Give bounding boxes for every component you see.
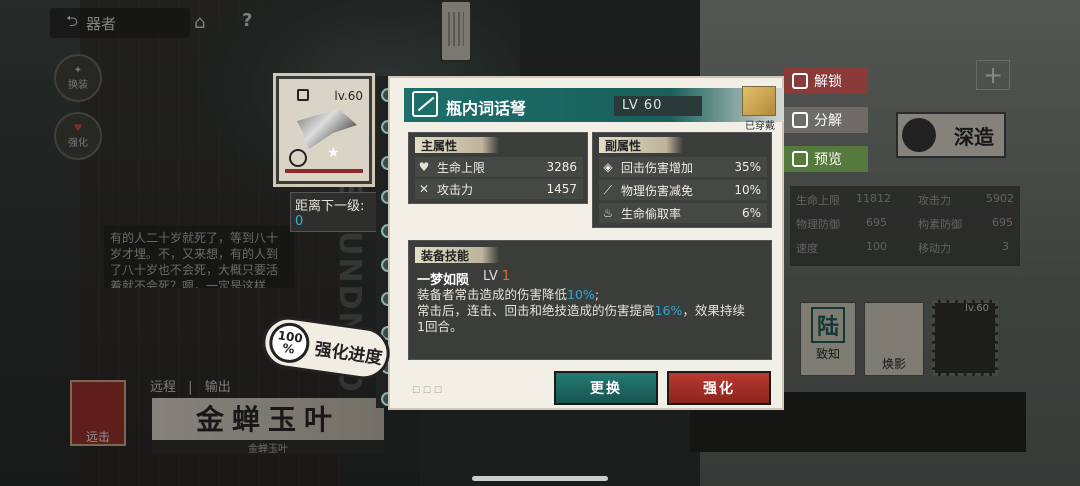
main-attributes: 主属性 ♥ 生命上限 3286 ✕ 攻击力 1457 <box>408 132 588 204</box>
counter-icon: ◈ <box>603 160 613 174</box>
shield-slash-icon: ⟋ <box>603 182 613 197</box>
weapon-header: 瓶内词话弩 LV 60 <box>404 88 784 122</box>
attr-label: 生命上限 <box>437 160 486 175</box>
preview-icon <box>792 151 808 167</box>
crossbow-art <box>297 109 357 149</box>
attr-row: ⟋ 物理伤害减免 10% <box>599 180 767 200</box>
weapon-name: 瓶内词话弩 <box>446 99 527 118</box>
bow-type-icon <box>289 149 307 167</box>
unlock-label: 解锁 <box>814 74 842 90</box>
attr-label: 回击伤害增加 <box>621 160 694 175</box>
skill-description: 装备者常击造成的伤害降低10%; 常击后，连击、回击和绝技造成的伤害提高16%，… <box>417 287 769 335</box>
home-indicator[interactable] <box>472 476 608 481</box>
bow-icon <box>412 91 438 117</box>
attr-row: ♨ 生命偷取率 6% <box>599 203 767 223</box>
weapon-level: LV 60 <box>614 96 702 116</box>
star-icon: ★ <box>327 145 340 161</box>
unlock-tab[interactable]: 解锁 <box>784 68 868 94</box>
lock-icon <box>297 89 309 101</box>
skill-value: 16% <box>654 303 683 318</box>
attr-value: 35% <box>734 160 761 174</box>
skill-value: 10% <box>567 287 595 302</box>
skill-name: 一梦如陨 <box>417 273 470 288</box>
preview-label: 预览 <box>814 152 842 168</box>
preview-tab[interactable]: 预览 <box>784 146 868 172</box>
weapon-card-level: lv.60 <box>334 89 363 103</box>
equipper-avatar[interactable] <box>742 86 776 116</box>
crossed-swords-icon: ✕ <box>418 182 430 196</box>
skill-text: 1回合。 <box>417 319 463 334</box>
attr-row: ♥ 生命上限 3286 <box>415 157 583 177</box>
progress-label: 强化进度 <box>313 339 384 369</box>
attr-value: 3286 <box>546 160 577 174</box>
dismantle-label: 分解 <box>814 113 842 129</box>
weapon-card: lv.60 ★ <box>276 76 372 184</box>
enhance-button[interactable]: 强化 <box>667 371 771 405</box>
main-attributes-title: 主属性 <box>415 137 499 153</box>
dismantle-tab[interactable]: 分解 <box>784 107 868 133</box>
weapon-card-bar <box>285 169 363 173</box>
panel-stamps: ☐ ☐ ☐ <box>412 386 442 396</box>
attr-label: 物理伤害减免 <box>621 183 694 198</box>
next-level-box: 距离下一级: 0 <box>290 192 378 232</box>
sub-attributes: 副属性 ◈ 回击伤害增加 35% ⟋ 物理伤害减免 10% ♨ 生命偷取率 6% <box>592 132 772 228</box>
next-level-value: 0 <box>295 214 304 229</box>
attr-row: ◈ 回击伤害增加 35% <box>599 157 767 177</box>
skill-text: ，效果持续 <box>682 303 745 318</box>
attr-label: 攻击力 <box>437 182 474 197</box>
equipped-label: 已穿戴 <box>745 121 775 132</box>
skill-level-prefix: LV <box>483 269 498 284</box>
skill-text: 装备者常击造成的伤害降低 <box>417 287 568 302</box>
progress-sign: % <box>281 341 296 357</box>
heart-icon: ♥ <box>418 160 430 174</box>
skill-level: LV 1 <box>483 269 510 284</box>
unlock-icon <box>792 73 808 89</box>
skill-title: 装备技能 <box>415 247 499 263</box>
equipment-skill: 装备技能 一梦如陨 LV 1 装备者常击造成的伤害降低10%; 常击后，连击、回… <box>408 240 772 360</box>
attr-row: ✕ 攻击力 1457 <box>415 179 583 199</box>
attr-value: 1457 <box>546 182 577 196</box>
progress-percent: 100 % <box>266 320 312 366</box>
attr-label: 生命偷取率 <box>621 206 682 221</box>
skill-level-value: 1 <box>501 269 511 284</box>
attr-value: 10% <box>734 183 761 197</box>
skill-text: ; <box>594 287 600 302</box>
lifesteal-icon: ♨ <box>602 206 614 220</box>
sub-attributes-title: 副属性 <box>599 137 683 153</box>
dismantle-icon <box>792 112 808 128</box>
swap-button[interactable]: 更换 <box>554 371 658 405</box>
attr-value: 6% <box>741 206 761 220</box>
skill-text: 常击后，连击、回击和绝技造成的伤害提高 <box>417 303 655 318</box>
next-level-label: 距离下一级: <box>295 199 365 214</box>
